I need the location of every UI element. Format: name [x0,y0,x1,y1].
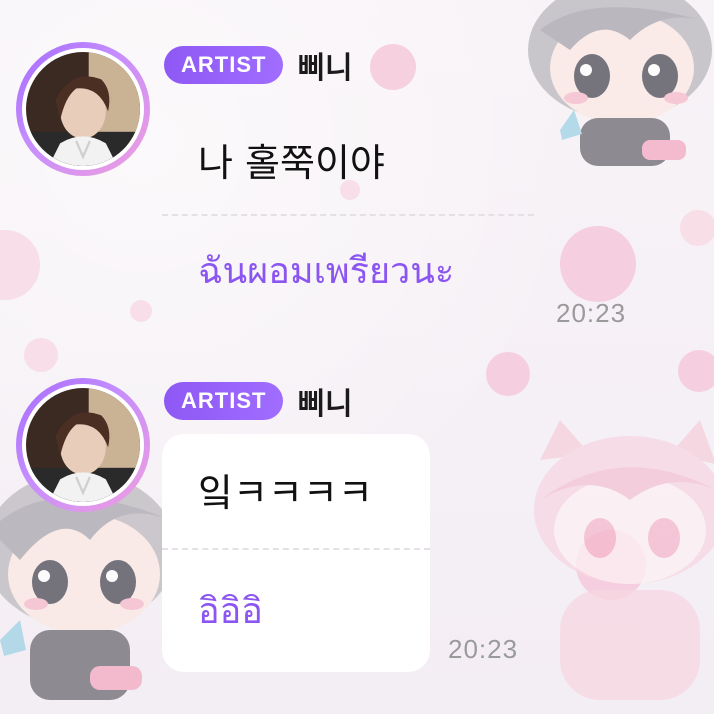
message-translation: อิอิอิ [198,591,263,632]
message-text: 나 홀쭉이야 [198,141,385,185]
chat-message: ARTIST 삐니 잌ㅋㅋㅋㅋ อิอิอิ 20:23 [0,376,714,714]
message-translation: ฉันผอมเพรียวนะ [198,251,455,292]
message-timestamp: 20:23 [556,298,627,328]
sender-name[interactable]: 삐니 [297,379,352,423]
translation-divider [162,214,534,216]
message-bubble[interactable]: 잌ㅋㅋㅋㅋ อิอิอิ [162,434,430,672]
sender-name[interactable]: 삐니 [297,43,352,87]
artist-badge: ARTIST [164,382,284,420]
message-timestamp: 20:23 [448,634,519,664]
message-header: ARTIST 삐니 [164,44,353,86]
artist-badge: ARTIST [164,46,284,84]
chat-message: ARTIST 삐니 나 홀쭉이야 ฉันผอมเพรียวนะ 20:23 [0,40,714,340]
artist-avatar[interactable] [16,42,150,176]
message-header: ARTIST 삐니 [164,380,353,422]
artist-avatar[interactable] [16,378,150,512]
profile-photo-icon [26,52,140,166]
profile-photo-icon [26,388,140,502]
translation-divider [162,548,430,550]
message-text: 잌ㅋㅋㅋㅋ [198,471,373,515]
